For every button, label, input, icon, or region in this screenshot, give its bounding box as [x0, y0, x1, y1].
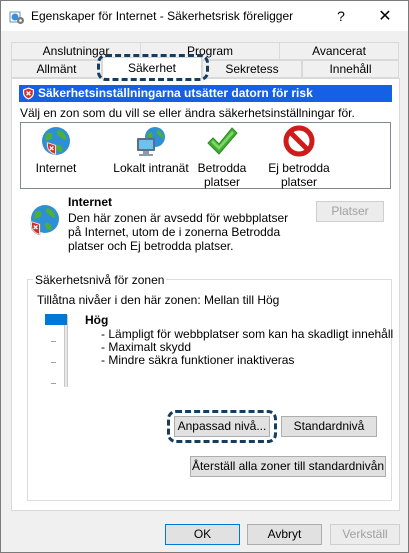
apply-button[interactable]: Verkställ — [330, 524, 400, 545]
zone-local-intranet[interactable]: Lokalt intranät — [109, 125, 193, 175]
sites-button[interactable]: Platser — [316, 201, 384, 222]
title-bar: Egenskaper för Internet - Säkerhetsrisk … — [1, 1, 408, 31]
slider-tick — [51, 341, 56, 342]
globe-warning-icon — [30, 205, 59, 236]
tab-allmant[interactable]: Allmänt — [11, 60, 102, 78]
prohibited-icon — [283, 125, 315, 157]
slider-tick — [51, 383, 56, 384]
security-level-group-title: Säkerhetsnivå för zonen — [33, 273, 167, 287]
allowed-levels-text: Tillåtna nivåer i den här zonen: Mellan … — [37, 293, 280, 307]
reset-all-zones-button[interactable]: Återställ alla zoner till standardnivån — [190, 456, 386, 477]
internet-options-dialog: Egenskaper för Internet - Säkerhetsrisk … — [0, 0, 409, 553]
zone-restricted-sites[interactable]: Ej betrodda platser — [261, 125, 337, 189]
zone-internet-label: Internet — [35, 161, 77, 175]
zone-list: Internet Lokalt intranät Betrodda platse… — [20, 122, 391, 189]
zone-trusted-sites[interactable]: Betrodda platser — [193, 125, 251, 189]
zone-local-intranet-label: Lokalt intranät — [113, 161, 189, 175]
network-computer-icon — [137, 127, 165, 156]
zone-instruction: Välj en zon som du vill se eller ändra s… — [20, 106, 355, 120]
checkmark-icon — [207, 127, 238, 155]
help-button[interactable]: ? — [319, 1, 363, 31]
tab-avancerat[interactable]: Avancerat — [279, 42, 399, 60]
security-level-details: Lämpligt för webbplatser som kan ha skad… — [101, 328, 393, 367]
default-level-button[interactable]: Standardnivå — [281, 416, 377, 437]
banner-text: Säkerhetsinställningarna utsätter datorn… — [38, 86, 313, 100]
security-risk-banner: Säkerhetsinställningarna utsätter datorn… — [19, 85, 392, 102]
custom-level-button[interactable]: Anpassad nivå... — [174, 416, 270, 437]
zone-restricted-sites-label: Ej betrodda platser — [268, 161, 330, 189]
cancel-button[interactable]: Avbryt — [247, 524, 322, 545]
ok-button[interactable]: OK — [165, 524, 240, 545]
security-tab-panel: Säkerhetsinställningarna utsätter datorn… — [11, 78, 400, 511]
zone-internet[interactable]: Internet — [25, 125, 87, 175]
globe-warning-icon — [42, 127, 70, 156]
security-level-detail: Mindre säkra funktioner inaktiveras — [101, 354, 393, 367]
close-button[interactable]: ✕ — [363, 1, 407, 31]
tab-sakerhet[interactable]: Säkerhet — [102, 57, 202, 80]
security-level-name: Hög — [85, 313, 109, 327]
security-level-slider-track[interactable] — [64, 315, 68, 387]
selected-zone-title: Internet — [68, 195, 113, 209]
selected-zone-description: Den här zonen är avsedd för webbplatser … — [68, 211, 289, 253]
zone-trusted-sites-label: Betrodda platser — [197, 161, 247, 189]
shield-warning-icon — [23, 87, 34, 100]
tab-sekretess[interactable]: Sekretess — [202, 60, 302, 78]
window-title: Egenskaper för Internet - Säkerhetsrisk … — [31, 9, 294, 23]
slider-tick — [51, 362, 56, 363]
security-level-slider-thumb[interactable] — [45, 314, 67, 325]
tab-innehall[interactable]: Innehåll — [302, 60, 399, 78]
internet-options-icon — [9, 11, 24, 24]
